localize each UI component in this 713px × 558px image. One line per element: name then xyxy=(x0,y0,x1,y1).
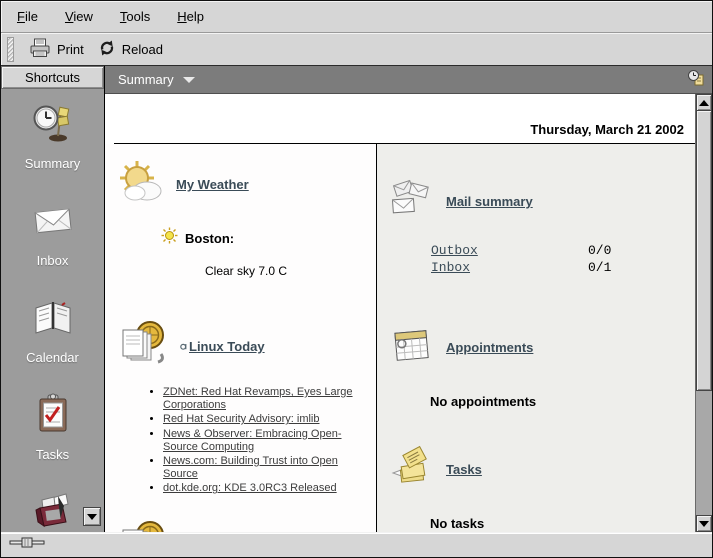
mail-summary-icon xyxy=(389,177,435,226)
statusbar-grip-icon[interactable] xyxy=(9,536,45,554)
shortcuts-list: Summary Inbox Calendar Tasks xyxy=(1,89,104,532)
linuxtoday-widget-header: Linux Today xyxy=(117,318,376,375)
appointments-widget-header: Appointments xyxy=(389,323,695,372)
chevron-down-icon xyxy=(699,520,709,527)
inbox-link[interactable]: Inbox xyxy=(431,259,588,276)
sun-icon xyxy=(161,227,178,249)
chevron-down-icon xyxy=(87,513,97,520)
mail-summary-title-link[interactable]: Mail summary xyxy=(446,194,533,209)
news-feed-icon xyxy=(117,318,169,375)
menu-tools[interactable]: Tools xyxy=(120,9,150,24)
shortcuts-sidebar: Shortcuts Summary Inbox Calendar Tasks xyxy=(1,66,105,532)
sidebar-item-label: Summary xyxy=(24,156,81,171)
menu-bar: File View Tools Help xyxy=(1,1,712,33)
summary-icon xyxy=(32,102,74,149)
headline-item: dot.kde.org: KDE 3.0RC3 Released xyxy=(163,482,368,495)
headline-link[interactable]: News & Observer: Embracing Open-Source C… xyxy=(163,428,342,453)
weather-widget-header: My Weather xyxy=(117,158,376,211)
pane-header: Summary xyxy=(105,66,712,94)
salon-widget-header: Salon.com xyxy=(117,518,376,532)
reload-button-label: Reload xyxy=(121,41,163,57)
print-button[interactable]: Print xyxy=(22,35,91,64)
print-button-label: Print xyxy=(57,41,84,57)
calendar-icon xyxy=(32,296,74,343)
reload-icon xyxy=(98,39,116,60)
inbox-icon xyxy=(32,199,74,246)
toolbar-grip-handle[interactable] xyxy=(7,36,14,62)
weather-city-row: Boston: xyxy=(161,227,376,249)
sidebar-scroll-down-button[interactable] xyxy=(83,507,101,526)
toolbar: Print Reload xyxy=(1,33,712,66)
mail-folder-row: Inbox 0/1 xyxy=(431,259,659,276)
summary-view: Thursday, March 21 2002 My Weather Bosto… xyxy=(105,94,712,532)
sidebar-item-label: Inbox xyxy=(36,253,69,268)
mail-folder-list: Outbox 0/0 Inbox 0/1 xyxy=(431,242,695,276)
pane-title[interactable]: Summary xyxy=(118,72,174,87)
sidebar-item-label: Calendar xyxy=(26,350,79,365)
application-window: File View Tools Help Print Reload Shortc… xyxy=(0,0,713,558)
tasks-widget-header: Tasks xyxy=(389,445,695,494)
sidebar-item-inbox[interactable]: Inbox xyxy=(1,199,104,268)
headline-item: ZDNet: Red Hat Revamps, Eyes Large Corpo… xyxy=(163,386,368,412)
summary-right-column: Mail summary Outbox 0/0 Inbox 0/1 Appoin… xyxy=(377,144,695,532)
summary-columns: My Weather Boston: Clear sky 7.0 C Linux… xyxy=(105,144,695,532)
scrollbar-track[interactable] xyxy=(696,391,712,515)
scroll-up-button[interactable] xyxy=(696,94,712,111)
headline-item: News & Observer: Embracing Open-Source C… xyxy=(163,428,368,454)
appointments-icon xyxy=(389,323,435,372)
inbox-count: 0/1 xyxy=(588,260,612,275)
headline-link[interactable]: News.com: Building Trust into Open Sourc… xyxy=(163,455,338,480)
summary-left-column: My Weather Boston: Clear sky 7.0 C Linux… xyxy=(105,144,377,532)
sidebar-item-label: Tasks xyxy=(35,447,70,462)
scroll-down-button[interactable] xyxy=(696,515,712,532)
tasks-icon xyxy=(32,393,74,440)
link-anchor-icon xyxy=(180,339,188,354)
main-area: Shortcuts Summary Inbox Calendar Tasks S… xyxy=(1,66,712,532)
sticky-notes-icon xyxy=(389,445,435,494)
sidebar-item-tasks[interactable]: Tasks xyxy=(1,393,104,462)
contacts-icon xyxy=(32,490,74,532)
mail-folder-row: Outbox 0/0 xyxy=(431,242,659,259)
reload-button[interactable]: Reload xyxy=(91,36,170,63)
sidebar-item-calendar[interactable]: Calendar xyxy=(1,296,104,365)
summary-page: Thursday, March 21 2002 My Weather Bosto… xyxy=(105,94,695,532)
scrollbar-thumb[interactable] xyxy=(696,111,712,391)
chevron-up-icon xyxy=(699,99,709,106)
outbox-count: 0/0 xyxy=(588,243,612,258)
headline-item: Red Hat Security Advisory: imlib xyxy=(163,413,368,426)
weather-title-link[interactable]: My Weather xyxy=(176,177,249,192)
menu-help[interactable]: Help xyxy=(177,9,204,24)
content-pane: Summary Thursday, March 21 2002 My Weath… xyxy=(105,66,712,532)
menu-view[interactable]: View xyxy=(65,9,93,24)
headline-link[interactable]: dot.kde.org: KDE 3.0RC3 Released xyxy=(163,482,337,494)
outbox-link[interactable]: Outbox xyxy=(431,242,588,259)
headline-link[interactable]: Red Hat Security Advisory: imlib xyxy=(163,413,320,425)
kontact-summary-icon xyxy=(687,69,705,90)
headline-link[interactable]: ZDNet: Red Hat Revamps, Eyes Large Corpo… xyxy=(163,386,353,411)
shortcuts-header-button[interactable]: Shortcuts xyxy=(1,66,104,89)
pane-title-dropdown-icon[interactable] xyxy=(182,76,195,83)
mail-widget-header: Mail summary xyxy=(389,177,695,226)
no-appointments-text: No appointments xyxy=(430,394,537,409)
weather-condition: Clear sky 7.0 C xyxy=(205,264,288,278)
tasks-title-link[interactable]: Tasks xyxy=(446,462,482,477)
no-tasks-text: No tasks xyxy=(430,516,485,531)
linuxtoday-title-link[interactable]: Linux Today xyxy=(180,339,265,354)
vertical-scrollbar xyxy=(695,94,712,532)
status-bar xyxy=(1,532,712,557)
news-feed-icon xyxy=(117,518,169,532)
current-date: Thursday, March 21 2002 xyxy=(530,122,684,137)
printer-icon xyxy=(29,38,51,61)
sidebar-item-summary[interactable]: Summary xyxy=(1,102,104,171)
headline-item: News.com: Building Trust into Open Sourc… xyxy=(163,455,368,481)
linuxtoday-headlines: ZDNet: Red Hat Revamps, Eyes Large Corpo… xyxy=(150,386,368,496)
menu-file[interactable]: File xyxy=(17,9,38,24)
appointments-title-link[interactable]: Appointments xyxy=(446,340,533,355)
weather-icon xyxy=(117,158,165,211)
weather-city: Boston: xyxy=(185,230,235,246)
